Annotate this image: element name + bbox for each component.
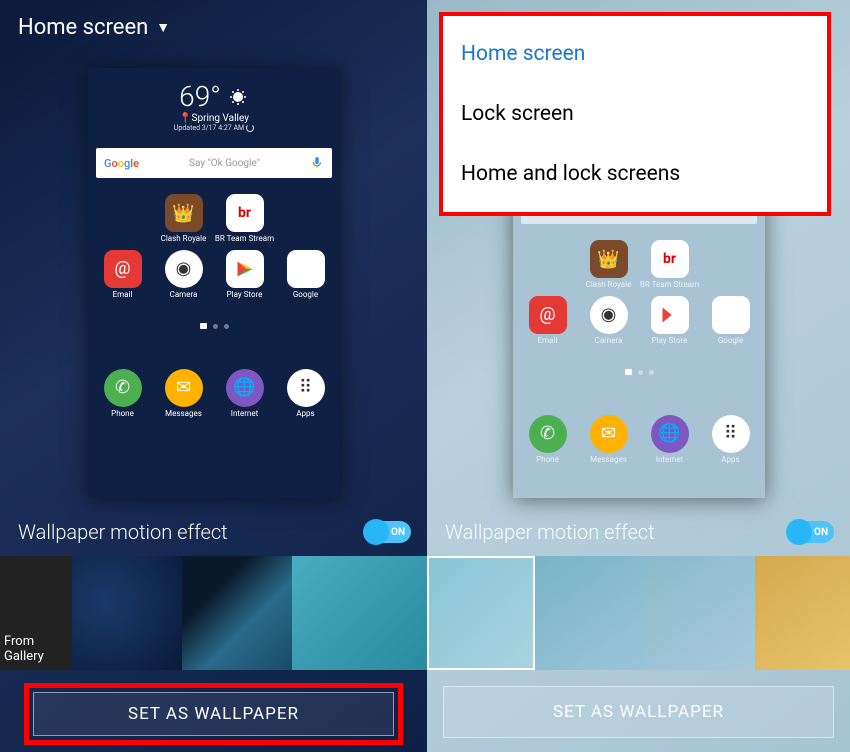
search-placeholder: Say "Ok Google" <box>139 158 310 169</box>
wallpaper-thumb-3[interactable] <box>292 556 427 670</box>
app-br-team-stream: brBR Team Stream <box>639 240 700 290</box>
google-logo: Google <box>104 157 139 170</box>
chevron-down-icon: ▼ <box>156 19 170 36</box>
google-folder-icon <box>287 250 325 288</box>
wallpaper-thumb-1[interactable] <box>72 556 182 670</box>
refresh-icon <box>246 124 254 132</box>
clash-icon: 👑 <box>590 240 628 278</box>
menu-lock-screen[interactable]: Lock screen <box>443 84 827 144</box>
page-indicator <box>513 360 765 379</box>
wallpaper-settings-left: Home screen ▼ 69° 📍Spring Valley Updated… <box>0 0 427 752</box>
set-wallpaper-highlight: SET AS WALLPAPER <box>24 683 403 745</box>
camera-icon: ◉ <box>590 296 628 334</box>
phone-icon: ✆ <box>529 415 567 453</box>
messages-icon: ✉ <box>590 415 628 453</box>
screen-target-dropdown[interactable]: Home screen ▼ <box>0 0 427 55</box>
app-grid: 👑Clash Royale brBR Team Stream @Email ◉C… <box>513 234 765 352</box>
br-icon: br <box>651 240 689 278</box>
email-icon: @ <box>104 250 142 288</box>
from-gallery-thumb[interactable]: From Gallery <box>0 556 72 670</box>
phone-icon: ✆ <box>104 369 142 407</box>
motion-effect-label: Wallpaper motion effect <box>445 520 655 544</box>
updated-text: Updated 3/17 4:27 AM <box>88 124 340 132</box>
wallpaper-thumbnails: From Gallery <box>0 556 427 670</box>
dock: ✆Phone ✉Messages 🌐Internet ⠿Apps <box>88 363 340 425</box>
app-email: @Email <box>92 250 153 300</box>
apps-icon: ⠿ <box>287 369 325 407</box>
app-internet: 🌐Internet <box>639 415 700 465</box>
motion-effect-row: Wallpaper motion effect ON <box>0 510 427 554</box>
wallpaper-thumb-3[interactable] <box>645 556 755 670</box>
set-as-wallpaper-button[interactable]: SET AS WALLPAPER <box>443 686 834 738</box>
mic-icon <box>310 156 324 170</box>
app-google: Google <box>275 250 336 300</box>
temperature: 69° <box>179 80 221 113</box>
screen-target-menu: Home screen Lock screen Home and lock sc… <box>439 12 831 216</box>
app-google: Google <box>700 296 761 346</box>
menu-home-screen[interactable]: Home screen <box>443 24 827 84</box>
menu-home-and-lock[interactable]: Home and lock screens <box>443 144 827 204</box>
wallpaper-settings-right: 👑Clash Royale brBR Team Stream @Email ◉C… <box>427 0 850 752</box>
wallpaper-thumb-selected[interactable] <box>427 556 535 670</box>
motion-effect-toggle[interactable]: ON <box>790 521 834 543</box>
location-text: 📍Spring Valley <box>88 113 340 124</box>
wallpaper-thumb-2[interactable] <box>535 556 645 670</box>
motion-effect-row: Wallpaper motion effect ON <box>427 510 850 554</box>
app-play-store: Play Store <box>639 296 700 346</box>
play-icon <box>226 250 264 288</box>
wallpaper-thumb-2[interactable] <box>182 556 292 670</box>
page-indicator <box>88 314 340 333</box>
set-wallpaper-wrap: SET AS WALLPAPER <box>443 686 834 738</box>
wallpaper-preview: 69° 📍Spring Valley Updated 3/17 4:27 AM … <box>88 68 340 498</box>
app-internet: 🌐Internet <box>214 369 275 419</box>
google-folder-icon <box>712 296 750 334</box>
br-icon: br <box>226 194 264 232</box>
google-search-bar: Google Say "Ok Google" <box>96 148 332 178</box>
email-icon: @ <box>529 296 567 334</box>
weather-widget: 69° 📍Spring Valley Updated 3/17 4:27 AM <box>88 68 340 138</box>
apps-icon: ⠿ <box>712 415 750 453</box>
app-phone: ✆Phone <box>92 369 153 419</box>
internet-icon: 🌐 <box>651 415 689 453</box>
sun-icon <box>227 86 249 108</box>
dock: ✆Phone ✉Messages 🌐Internet ⠿Apps <box>513 409 765 471</box>
wallpaper-thumbnails <box>427 556 850 670</box>
dropdown-label: Home screen <box>18 15 148 40</box>
motion-effect-label: Wallpaper motion effect <box>18 520 228 544</box>
app-apps: ⠿Apps <box>700 415 761 465</box>
app-phone: ✆Phone <box>517 415 578 465</box>
app-camera: ◉Camera <box>153 250 214 300</box>
app-messages: ✉Messages <box>153 369 214 419</box>
app-email: @Email <box>517 296 578 346</box>
wallpaper-thumb-4[interactable] <box>755 556 850 670</box>
app-clash-royale: 👑Clash Royale <box>578 240 639 290</box>
app-clash-royale: 👑Clash Royale <box>153 194 214 244</box>
app-grid: 👑Clash Royale brBR Team Stream @Email ◉C… <box>88 188 340 306</box>
app-camera: ◉Camera <box>578 296 639 346</box>
clash-icon: 👑 <box>165 194 203 232</box>
app-apps: ⠿Apps <box>275 369 336 419</box>
camera-icon: ◉ <box>165 250 203 288</box>
set-as-wallpaper-button[interactable]: SET AS WALLPAPER <box>33 692 394 736</box>
messages-icon: ✉ <box>165 369 203 407</box>
app-play-store: Play Store <box>214 250 275 300</box>
motion-effect-toggle[interactable]: ON <box>367 521 411 543</box>
play-icon <box>651 296 689 334</box>
internet-icon: 🌐 <box>226 369 264 407</box>
app-messages: ✉Messages <box>578 415 639 465</box>
app-br-team-stream: brBR Team Stream <box>214 194 275 244</box>
